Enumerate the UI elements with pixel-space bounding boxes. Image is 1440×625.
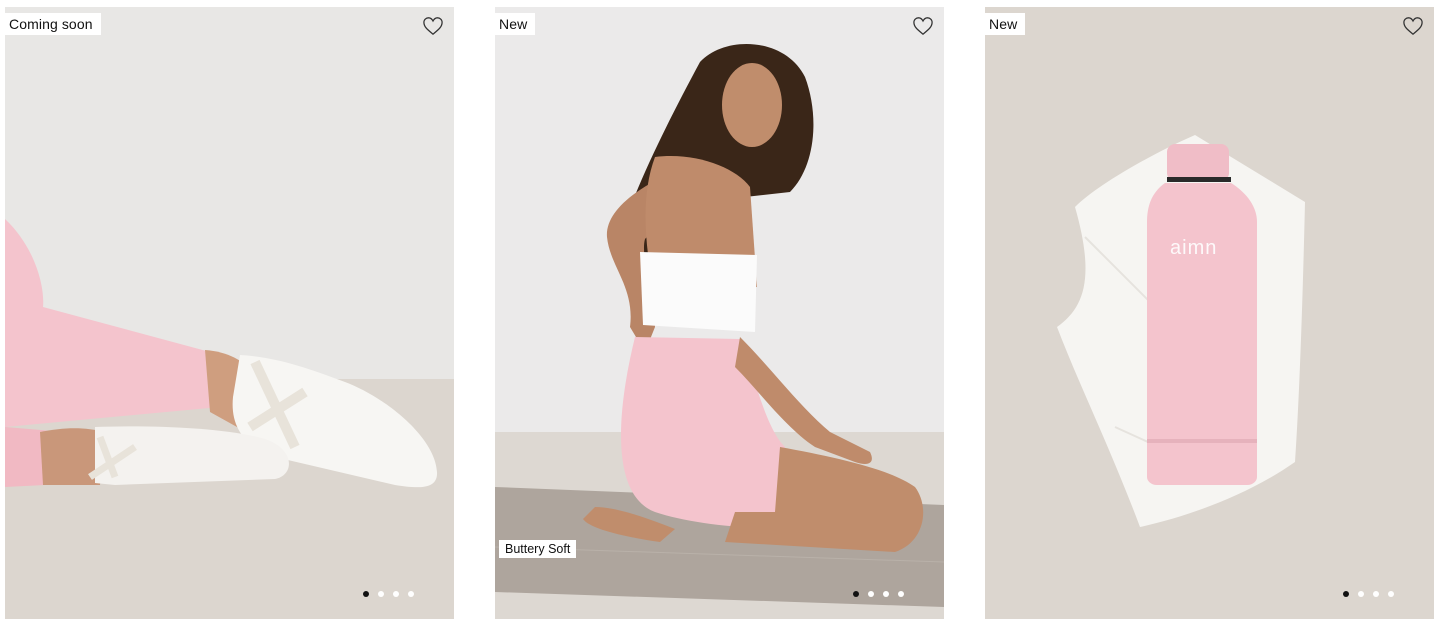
status-badge: New — [495, 13, 536, 35]
product-card-socks[interactable]: Coming soon — [5, 7, 454, 619]
product-image-shorts[interactable] — [495, 7, 944, 619]
carousel-dot[interactable] — [898, 591, 904, 597]
carousel-dot[interactable] — [1373, 591, 1379, 597]
carousel-dots — [363, 591, 414, 597]
feature-badge: Buttery Soft — [499, 540, 577, 558]
carousel-dot[interactable] — [853, 591, 859, 597]
carousel-dot[interactable] — [1358, 591, 1364, 597]
product-grid: Coming soon New Buttery Soft New aimn — [0, 0, 1440, 625]
carousel-dot[interactable] — [363, 591, 369, 597]
carousel-dot[interactable] — [393, 591, 399, 597]
product-image-socks[interactable] — [5, 7, 454, 619]
product-image-bottle[interactable] — [985, 7, 1434, 619]
carousel-dots — [853, 591, 904, 597]
product-card-bottle[interactable]: New aimn — [985, 7, 1434, 619]
product-logo: aimn — [1170, 237, 1218, 259]
heart-outline-icon[interactable] — [422, 16, 444, 36]
carousel-dot[interactable] — [1343, 591, 1349, 597]
carousel-dot[interactable] — [408, 591, 414, 597]
status-badge: Coming soon — [5, 13, 101, 35]
heart-outline-icon[interactable] — [912, 16, 934, 36]
carousel-dots — [1343, 591, 1394, 597]
carousel-dot[interactable] — [883, 591, 889, 597]
product-card-shorts[interactable]: New Buttery Soft — [495, 7, 944, 619]
carousel-dot[interactable] — [1388, 591, 1394, 597]
carousel-dot[interactable] — [378, 591, 384, 597]
carousel-dot[interactable] — [868, 591, 874, 597]
status-badge: New — [985, 13, 1026, 35]
heart-outline-icon[interactable] — [1402, 16, 1424, 36]
